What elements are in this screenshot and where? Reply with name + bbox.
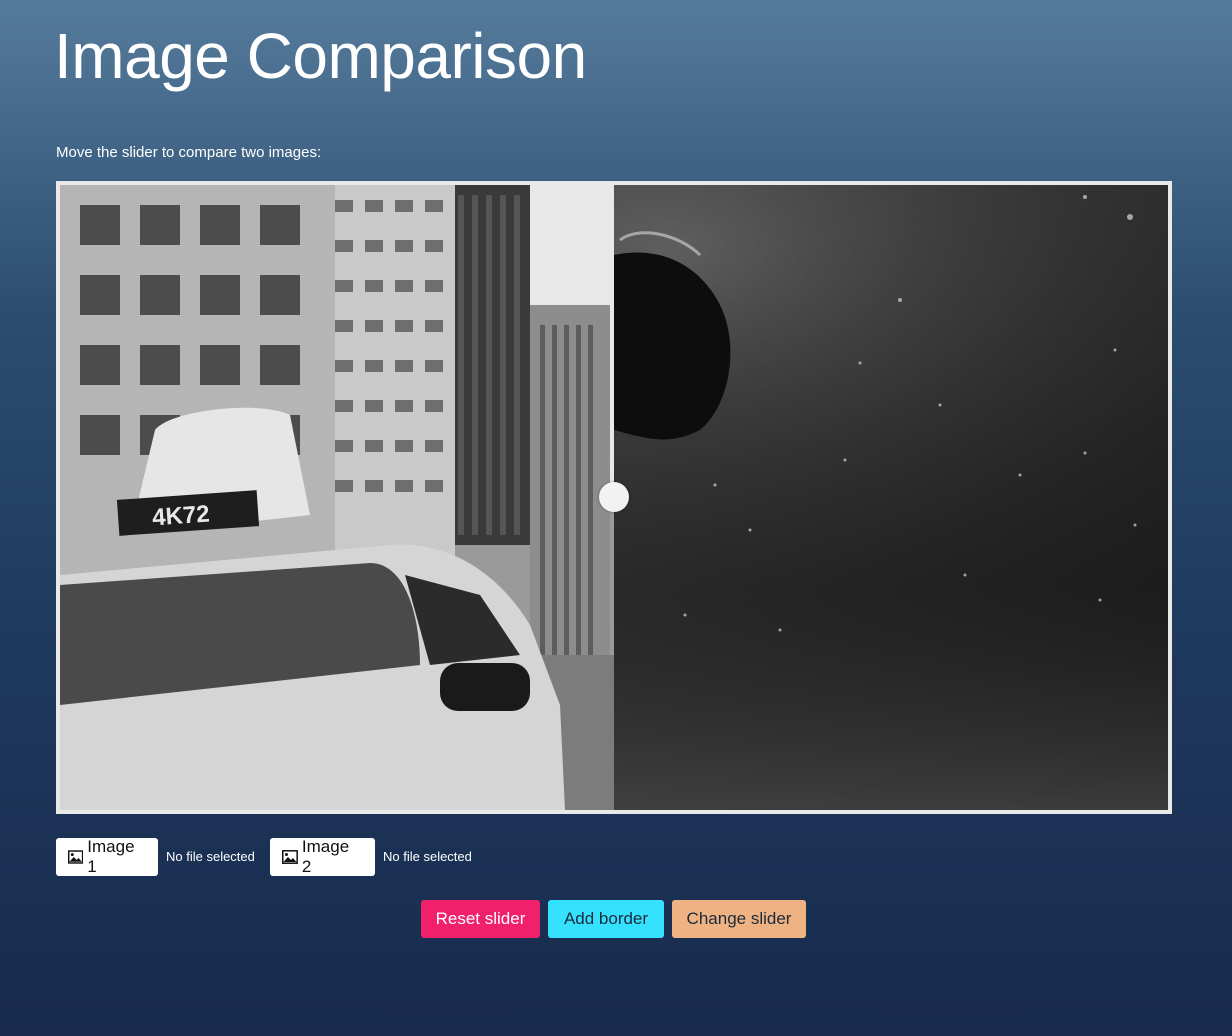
image-2-file-label: Image 2 — [301, 837, 350, 876]
image-2-file-button[interactable]: Image 2 — [270, 837, 375, 876]
image-1-file-label: Image 1 — [87, 837, 135, 876]
taxi-sign-text: 4K72 — [151, 501, 210, 532]
image-icon — [282, 850, 298, 864]
change-slider-button[interactable]: Change slider — [672, 900, 806, 938]
page-title: Image Comparison — [54, 20, 587, 92]
instructions-text: Move the slider to compare two images: — [56, 144, 322, 161]
reset-slider-button[interactable]: Reset slider — [421, 900, 540, 938]
add-border-button[interactable]: Add border — [548, 900, 664, 938]
image-comparison-frame: 4K72 — [56, 181, 1172, 814]
comparison-slider-handle[interactable] — [599, 482, 629, 512]
image-1-file-button[interactable]: Image 1 — [56, 837, 158, 876]
image-icon — [68, 850, 84, 864]
image-1-file-status: No file selected — [166, 849, 255, 864]
city-taxi-image: 4K72 — [60, 185, 614, 810]
image-2-file-status: No file selected — [383, 849, 472, 864]
image-comparison-viewport[interactable]: 4K72 — [60, 185, 1168, 810]
